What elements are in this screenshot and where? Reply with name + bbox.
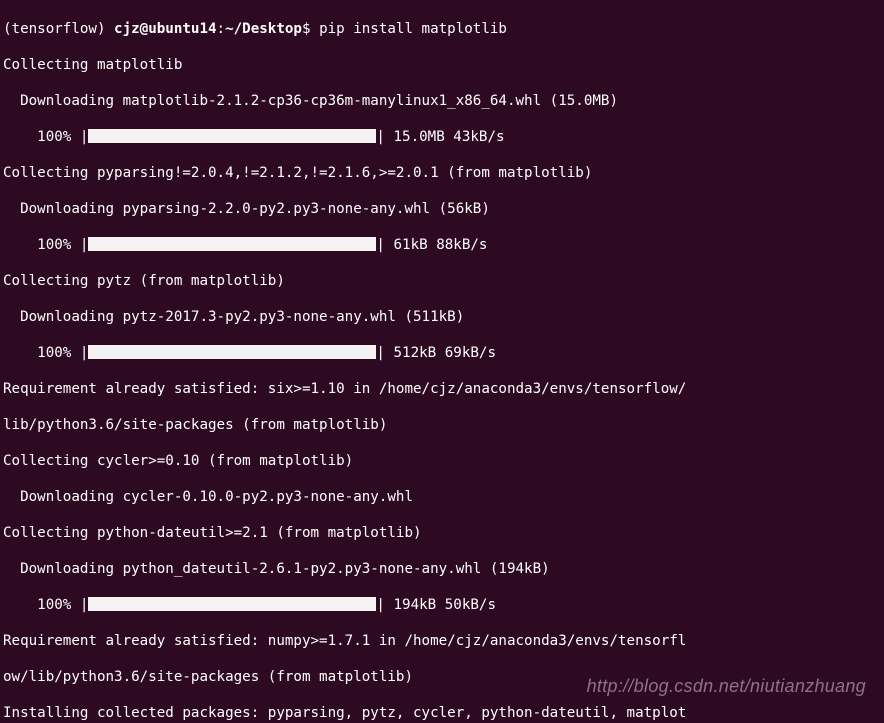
output-line: Collecting python-dateutil>=2.1 (from ma… bbox=[3, 524, 884, 542]
progress-bar bbox=[88, 597, 376, 611]
output-line: Collecting pytz (from matplotlib) bbox=[3, 272, 884, 290]
output-line: Downloading cycler-0.10.0-py2.py3-none-a… bbox=[3, 488, 884, 506]
output-line: Downloading pyparsing-2.2.0-py2.py3-none… bbox=[3, 200, 884, 218]
output-line: Downloading pytz-2017.3-py2.py3-none-any… bbox=[3, 308, 884, 326]
terminal-output[interactable]: (tensorflow) cjz@ubuntu14:~/Desktop$ pip… bbox=[0, 0, 884, 723]
user-host: cjz@ubuntu14 bbox=[114, 21, 217, 37]
progress-line: 100% || 194kB 50kB/s bbox=[3, 596, 884, 614]
output-line: ow/lib/python3.6/site-packages (from mat… bbox=[3, 668, 884, 686]
progress-line: 100% || 15.0MB 43kB/s bbox=[3, 128, 884, 146]
output-line: Requirement already satisfied: numpy>=1.… bbox=[3, 632, 884, 650]
prompt-line-1: (tensorflow) cjz@ubuntu14:~/Desktop$ pip… bbox=[3, 20, 884, 38]
cwd: ~/Desktop bbox=[225, 21, 302, 37]
env-name: (tensorflow) bbox=[3, 21, 114, 37]
progress-bar bbox=[88, 345, 376, 359]
output-line: Requirement already satisfied: six>=1.10… bbox=[3, 380, 884, 398]
progress-line: 100% || 61kB 88kB/s bbox=[3, 236, 884, 254]
command-text: pip install matplotlib bbox=[319, 21, 507, 37]
progress-bar bbox=[88, 237, 376, 251]
progress-line: 100% || 512kB 69kB/s bbox=[3, 344, 884, 362]
output-line: Collecting matplotlib bbox=[3, 56, 884, 74]
output-line: Downloading matplotlib-2.1.2-cp36-cp36m-… bbox=[3, 92, 884, 110]
output-line: lib/python3.6/site-packages (from matplo… bbox=[3, 416, 884, 434]
output-line: Collecting pyparsing!=2.0.4,!=2.1.2,!=2.… bbox=[3, 164, 884, 182]
progress-bar bbox=[88, 129, 376, 143]
output-line: Installing collected packages: pyparsing… bbox=[3, 704, 884, 722]
output-line: Downloading python_dateutil-2.6.1-py2.py… bbox=[3, 560, 884, 578]
output-line: Collecting cycler>=0.10 (from matplotlib… bbox=[3, 452, 884, 470]
